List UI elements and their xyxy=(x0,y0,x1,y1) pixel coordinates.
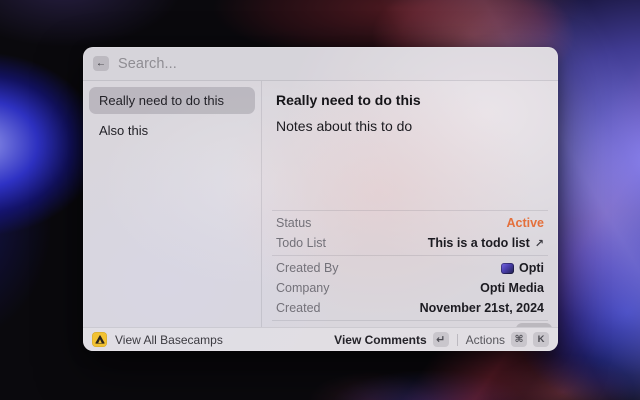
clipped-badge xyxy=(516,323,552,327)
status-badge: Active xyxy=(506,216,544,230)
creator-avatar xyxy=(501,263,514,274)
metadata-row-status: Status Active xyxy=(262,213,558,233)
metadata-label: Status xyxy=(276,216,311,230)
company-value: Opti Media xyxy=(480,281,544,295)
metadata-label: Company xyxy=(276,281,330,295)
sidebar-item-really-need-to-do-this[interactable]: Really need to do this xyxy=(89,87,255,114)
detail-title: Really need to do this xyxy=(276,92,544,108)
basecamp-mountain-glyph xyxy=(95,335,105,344)
metadata-row-todo-list: Todo List This is a todo list ↗ xyxy=(262,233,558,253)
basecamp-icon xyxy=(92,332,107,347)
back-arrow-icon: ← xyxy=(96,58,106,69)
metadata-label: Created xyxy=(276,301,320,315)
back-button[interactable]: ← xyxy=(93,56,109,71)
detail-notes: Notes about this to do xyxy=(276,118,544,134)
todo-list-link[interactable]: This is a todo list ↗ xyxy=(428,236,544,250)
footer-divider xyxy=(457,334,458,346)
command-palette-window: ← Search... Really need to do this Also … xyxy=(83,47,558,351)
search-input[interactable]: Search... xyxy=(118,56,177,72)
todo-list-link-label: This is a todo list xyxy=(428,236,530,250)
created-by-value: Opti xyxy=(501,261,544,275)
actions-button[interactable]: Actions xyxy=(466,333,505,347)
metadata-section: Status Active Todo List This is a todo l… xyxy=(262,210,558,327)
clipped-next-row xyxy=(262,321,558,327)
view-comments-button[interactable]: View Comments xyxy=(334,333,426,347)
results-sidebar: Really need to do this Also this xyxy=(83,81,262,327)
detail-panel: Really need to do this Notes about this … xyxy=(262,81,558,327)
creator-name: Opti xyxy=(519,261,544,275)
metadata-row-created: Created November 21st, 2024 xyxy=(262,298,558,318)
metadata-label: Created By xyxy=(276,261,339,275)
created-date-value: November 21st, 2024 xyxy=(420,301,544,315)
sidebar-item-also-this[interactable]: Also this xyxy=(89,117,255,144)
metadata-label: Todo List xyxy=(276,236,326,250)
desktop-wallpaper: ← Search... Really need to do this Also … xyxy=(0,0,640,400)
view-all-basecamps-button[interactable]: View All Basecamps xyxy=(115,333,223,347)
footer-action-bar: View All Basecamps View Comments ↵ Actio… xyxy=(83,327,558,351)
metadata-row-created-by: Created By Opti xyxy=(262,258,558,278)
k-keycap: K xyxy=(533,332,549,347)
external-link-icon: ↗ xyxy=(535,237,544,250)
search-bar: ← Search... xyxy=(83,47,558,81)
enter-keycap: ↵ xyxy=(433,332,449,347)
metadata-row-company: Company Opti Media xyxy=(262,278,558,298)
cmd-keycap: ⌘ xyxy=(511,332,527,347)
